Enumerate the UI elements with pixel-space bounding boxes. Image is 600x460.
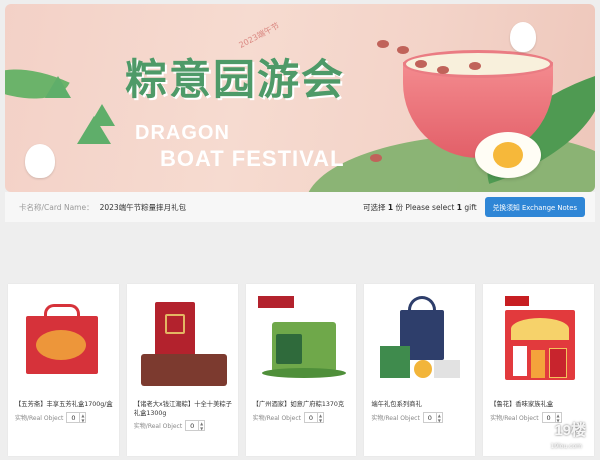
rabbit-illustration	[510, 22, 536, 52]
quantity-row: 实物/Real Object 0 ▲ ▼	[133, 420, 206, 431]
product-card[interactable]: 端午礼包系列商礼 实物/Real Object 0 ▲ ▼	[364, 284, 476, 456]
product-name: 端午礼包系列商礼	[371, 401, 422, 408]
product-name: 【诸老大x钱江潮粽】十全十美粽子礼盒1300g	[133, 401, 232, 417]
card-name-label: 卡名称/Card Name：	[19, 202, 94, 212]
zongzi-icon	[89, 104, 115, 126]
bean-decoration	[370, 154, 382, 162]
card-info-bar: 卡名称/Card Name： 2023端午节粽量摔月礼包 可选择 1 份 Ple…	[5, 192, 595, 222]
bean-decoration	[397, 46, 409, 54]
product-card[interactable]: 【诸老大x钱江潮粽】十全十美粽子礼盒1300g 实物/Real Object 0…	[126, 284, 238, 456]
product-name: 【五芳斋】丰享五芳礼盒1700g/盒	[15, 401, 113, 408]
quantity-stepper[interactable]: ▲ ▼	[80, 412, 87, 423]
card-name-value: 2023端午节粽量摔月礼包	[99, 202, 187, 212]
product-card[interactable]: 【五芳斋】丰享五芳礼盒1700g/盒 实物/Real Object 0 ▲ ▼	[8, 284, 119, 456]
quantity-row: 实物/Real Object 0 ▲ ▼	[371, 412, 443, 423]
chevron-down-icon[interactable]: ▼	[200, 426, 203, 431]
quantity-stepper[interactable]: ▲ ▼	[318, 412, 324, 423]
product-card[interactable]: 【广州酒家】如意广府粽1370克 实物/Real Object 0 ▲ ▼	[245, 284, 357, 456]
chevron-down-icon[interactable]: ▼	[438, 418, 441, 423]
banner-subtitle-line2: BOAT FESTIVAL	[160, 146, 345, 171]
product-image	[254, 294, 349, 394]
rabbit-illustration	[25, 144, 55, 178]
chevron-down-icon[interactable]: ▼	[319, 418, 322, 423]
quantity-stepper[interactable]: ▲ ▼	[199, 420, 206, 431]
product-list: 【五芳斋】丰享五芳礼盒1700g/盒 实物/Real Object 0 ▲ ▼ 【…	[8, 284, 594, 456]
bean-decoration	[377, 40, 389, 48]
egg-yolk	[493, 142, 523, 168]
product-name: 【鲁花】香味家族礼盒	[490, 401, 554, 408]
quantity-stepper[interactable]: ▲ ▼	[436, 412, 443, 423]
quantity-row: 实物/Real Object 0 ▲ ▼	[253, 412, 324, 423]
product-image	[16, 294, 111, 394]
selection-info: 可选择 1 份 Please select 1 gift	[362, 202, 477, 212]
quantity-label: 实物/Real Object	[252, 415, 301, 422]
product-image	[135, 294, 230, 394]
quantity-input[interactable]: 0	[185, 420, 200, 431]
quantity-row: 实物/Real Object 0 ▲ ▼	[490, 412, 562, 423]
quantity-input[interactable]: 0	[422, 412, 437, 423]
site-watermark: 19楼	[554, 422, 586, 439]
quantity-label: 实物/Real Object	[490, 415, 539, 422]
quantity-row: 实物/Real Object 0 ▲ ▼	[15, 412, 87, 423]
quantity-label: 实物/Real Object	[371, 415, 420, 422]
quantity-label: 实物/Real Object	[133, 423, 183, 430]
product-name: 【广州酒家】如意广府粽1370克	[252, 401, 345, 408]
quantity-input[interactable]: 0	[304, 412, 318, 423]
product-image	[491, 294, 586, 394]
bean-decoration	[415, 60, 427, 68]
quantity-label: 实物/Real Object	[15, 415, 64, 422]
bean-decoration	[469, 62, 481, 70]
quantity-input[interactable]: 0	[66, 412, 81, 423]
festival-banner: 2023端午节 粽意园游会 DRAGON BOAT FESTIVAL	[5, 4, 595, 192]
exchange-notes-button[interactable]: 兑换须知 Exchange Notes	[484, 197, 585, 217]
product-image	[372, 294, 467, 394]
bean-decoration	[437, 66, 449, 74]
banner-subtitle-line1: DRAGON	[135, 122, 230, 144]
chevron-down-icon[interactable]: ▼	[81, 418, 84, 423]
banner-title: 粽意园游会	[125, 55, 346, 104]
site-watermark-sub: 19lou.com	[550, 443, 583, 450]
